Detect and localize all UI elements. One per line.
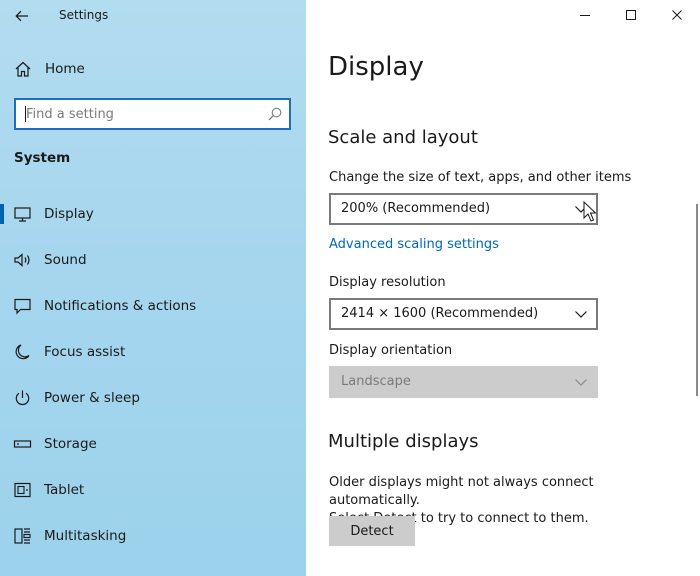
search-input[interactable] — [26, 104, 256, 124]
sidebar-item-multitasking[interactable]: Multitasking — [0, 513, 306, 559]
page-title: Display — [328, 52, 424, 82]
resolution-label: Display resolution — [329, 275, 446, 290]
home-nav-item[interactable]: Home — [0, 52, 306, 86]
sidebar-item-label: Storage — [44, 436, 97, 452]
scale-label: Change the size of text, apps, and other… — [329, 170, 631, 185]
mouse-cursor-icon — [583, 201, 597, 223]
back-button[interactable] — [8, 2, 36, 30]
home-icon — [14, 60, 32, 78]
sidebar-nav: Display Sound Notifications & actions Fo… — [0, 191, 306, 559]
sidebar-item-display[interactable]: Display — [0, 191, 306, 237]
search-icon[interactable] — [267, 106, 283, 122]
advanced-scaling-link[interactable]: Advanced scaling settings — [329, 237, 499, 252]
minimize-icon — [579, 9, 591, 21]
home-label: Home — [45, 61, 85, 77]
chevron-down-icon — [574, 308, 588, 320]
speaker-icon — [13, 251, 32, 269]
sidebar-item-label: Multitasking — [44, 528, 126, 544]
sidebar-item-sound[interactable]: Sound — [0, 237, 306, 283]
selection-indicator — [0, 204, 4, 224]
maximize-button[interactable] — [608, 0, 654, 30]
moon-icon — [13, 343, 32, 361]
main-content: Display Scale and layout Change the size… — [306, 0, 700, 576]
back-arrow-icon — [15, 10, 29, 22]
close-icon — [671, 9, 683, 21]
close-button[interactable] — [654, 0, 700, 30]
orientation-value: Landscape — [341, 374, 411, 389]
sidebar-item-storage[interactable]: Storage — [0, 421, 306, 467]
description-line: Older displays might not always connect … — [329, 474, 674, 510]
minimize-button[interactable] — [562, 0, 608, 30]
resolution-value: 2414 × 1600 (Recommended) — [341, 306, 538, 321]
sidebar-item-label: Tablet — [44, 482, 84, 498]
scale-value: 200% (Recommended) — [341, 201, 490, 216]
maximize-icon — [625, 9, 637, 21]
section-title: System — [14, 150, 70, 166]
sidebar-item-power-sleep[interactable]: Power & sleep — [0, 375, 306, 421]
sidebar-item-notifications[interactable]: Notifications & actions — [0, 283, 306, 329]
power-icon — [13, 389, 32, 407]
scale-layout-heading: Scale and layout — [328, 127, 478, 148]
orientation-dropdown[interactable]: Landscape — [329, 366, 598, 398]
sidebar-item-tablet[interactable]: Tablet — [0, 467, 306, 513]
sidebar: Settings Home System Display — [0, 0, 306, 576]
app-title: Settings — [59, 8, 108, 22]
sidebar-item-label: Display — [44, 206, 94, 222]
sidebar-item-label: Power & sleep — [44, 390, 140, 406]
title-bar: Settings — [0, 0, 306, 32]
tablet-icon — [13, 481, 32, 499]
sidebar-item-label: Focus assist — [44, 344, 125, 360]
search-box[interactable] — [14, 98, 291, 130]
sidebar-item-focus-assist[interactable]: Focus assist — [0, 329, 306, 375]
chevron-down-icon — [574, 376, 588, 388]
sidebar-item-label: Sound — [44, 252, 87, 268]
multiple-displays-heading: Multiple displays — [328, 431, 479, 452]
scrollbar[interactable] — [696, 204, 698, 396]
notification-icon — [13, 297, 32, 315]
orientation-label: Display orientation — [329, 343, 452, 358]
sidebar-item-label: Notifications & actions — [44, 298, 196, 314]
resolution-dropdown[interactable]: 2414 × 1600 (Recommended) — [329, 298, 598, 330]
detect-button[interactable]: Detect — [329, 516, 415, 546]
window-controls — [562, 0, 700, 30]
storage-icon — [13, 435, 32, 453]
monitor-icon — [13, 205, 32, 223]
multitasking-icon — [13, 527, 32, 545]
scale-dropdown[interactable]: 200% (Recommended) — [329, 193, 598, 225]
